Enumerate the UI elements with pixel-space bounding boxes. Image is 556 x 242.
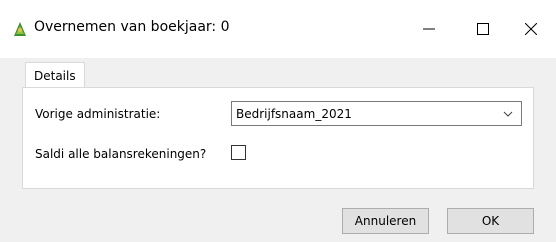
ok-button-label: OK — [481, 214, 500, 228]
chevron-down-icon — [503, 111, 513, 117]
tab-strip: Details — [0, 58, 556, 88]
details-panel: Vorige administratie: Bedrijfsnaam_2021 … — [22, 87, 534, 189]
previous-admin-label: Vorige administratie: — [35, 107, 161, 121]
previous-admin-select[interactable]: Bedrijfsnaam_2021 — [231, 101, 522, 126]
minimize-button[interactable] — [404, 0, 454, 58]
maximize-button[interactable] — [458, 0, 508, 58]
tab-details[interactable]: Details — [25, 62, 85, 88]
ok-button[interactable]: OK — [447, 208, 534, 234]
cancel-button[interactable]: Annuleren — [342, 208, 429, 234]
previous-admin-value: Bedrijfsnaam_2021 — [236, 106, 352, 121]
close-icon — [525, 23, 537, 35]
app-icon — [11, 20, 29, 38]
dialog-window: Overnemen van boekjaar: 0 Details Vorige… — [0, 0, 556, 242]
title-bar: Overnemen van boekjaar: 0 — [0, 0, 556, 58]
saldi-label: Saldi alle balansrekeningen? — [35, 147, 207, 161]
cancel-button-label: Annuleren — [354, 214, 417, 228]
maximize-icon — [477, 23, 489, 35]
tab-details-label: Details — [34, 68, 76, 83]
minimize-icon — [423, 28, 435, 30]
saldi-checkbox[interactable] — [231, 145, 246, 160]
window-title: Overnemen van boekjaar: 0 — [34, 19, 230, 35]
close-button[interactable] — [506, 0, 556, 58]
